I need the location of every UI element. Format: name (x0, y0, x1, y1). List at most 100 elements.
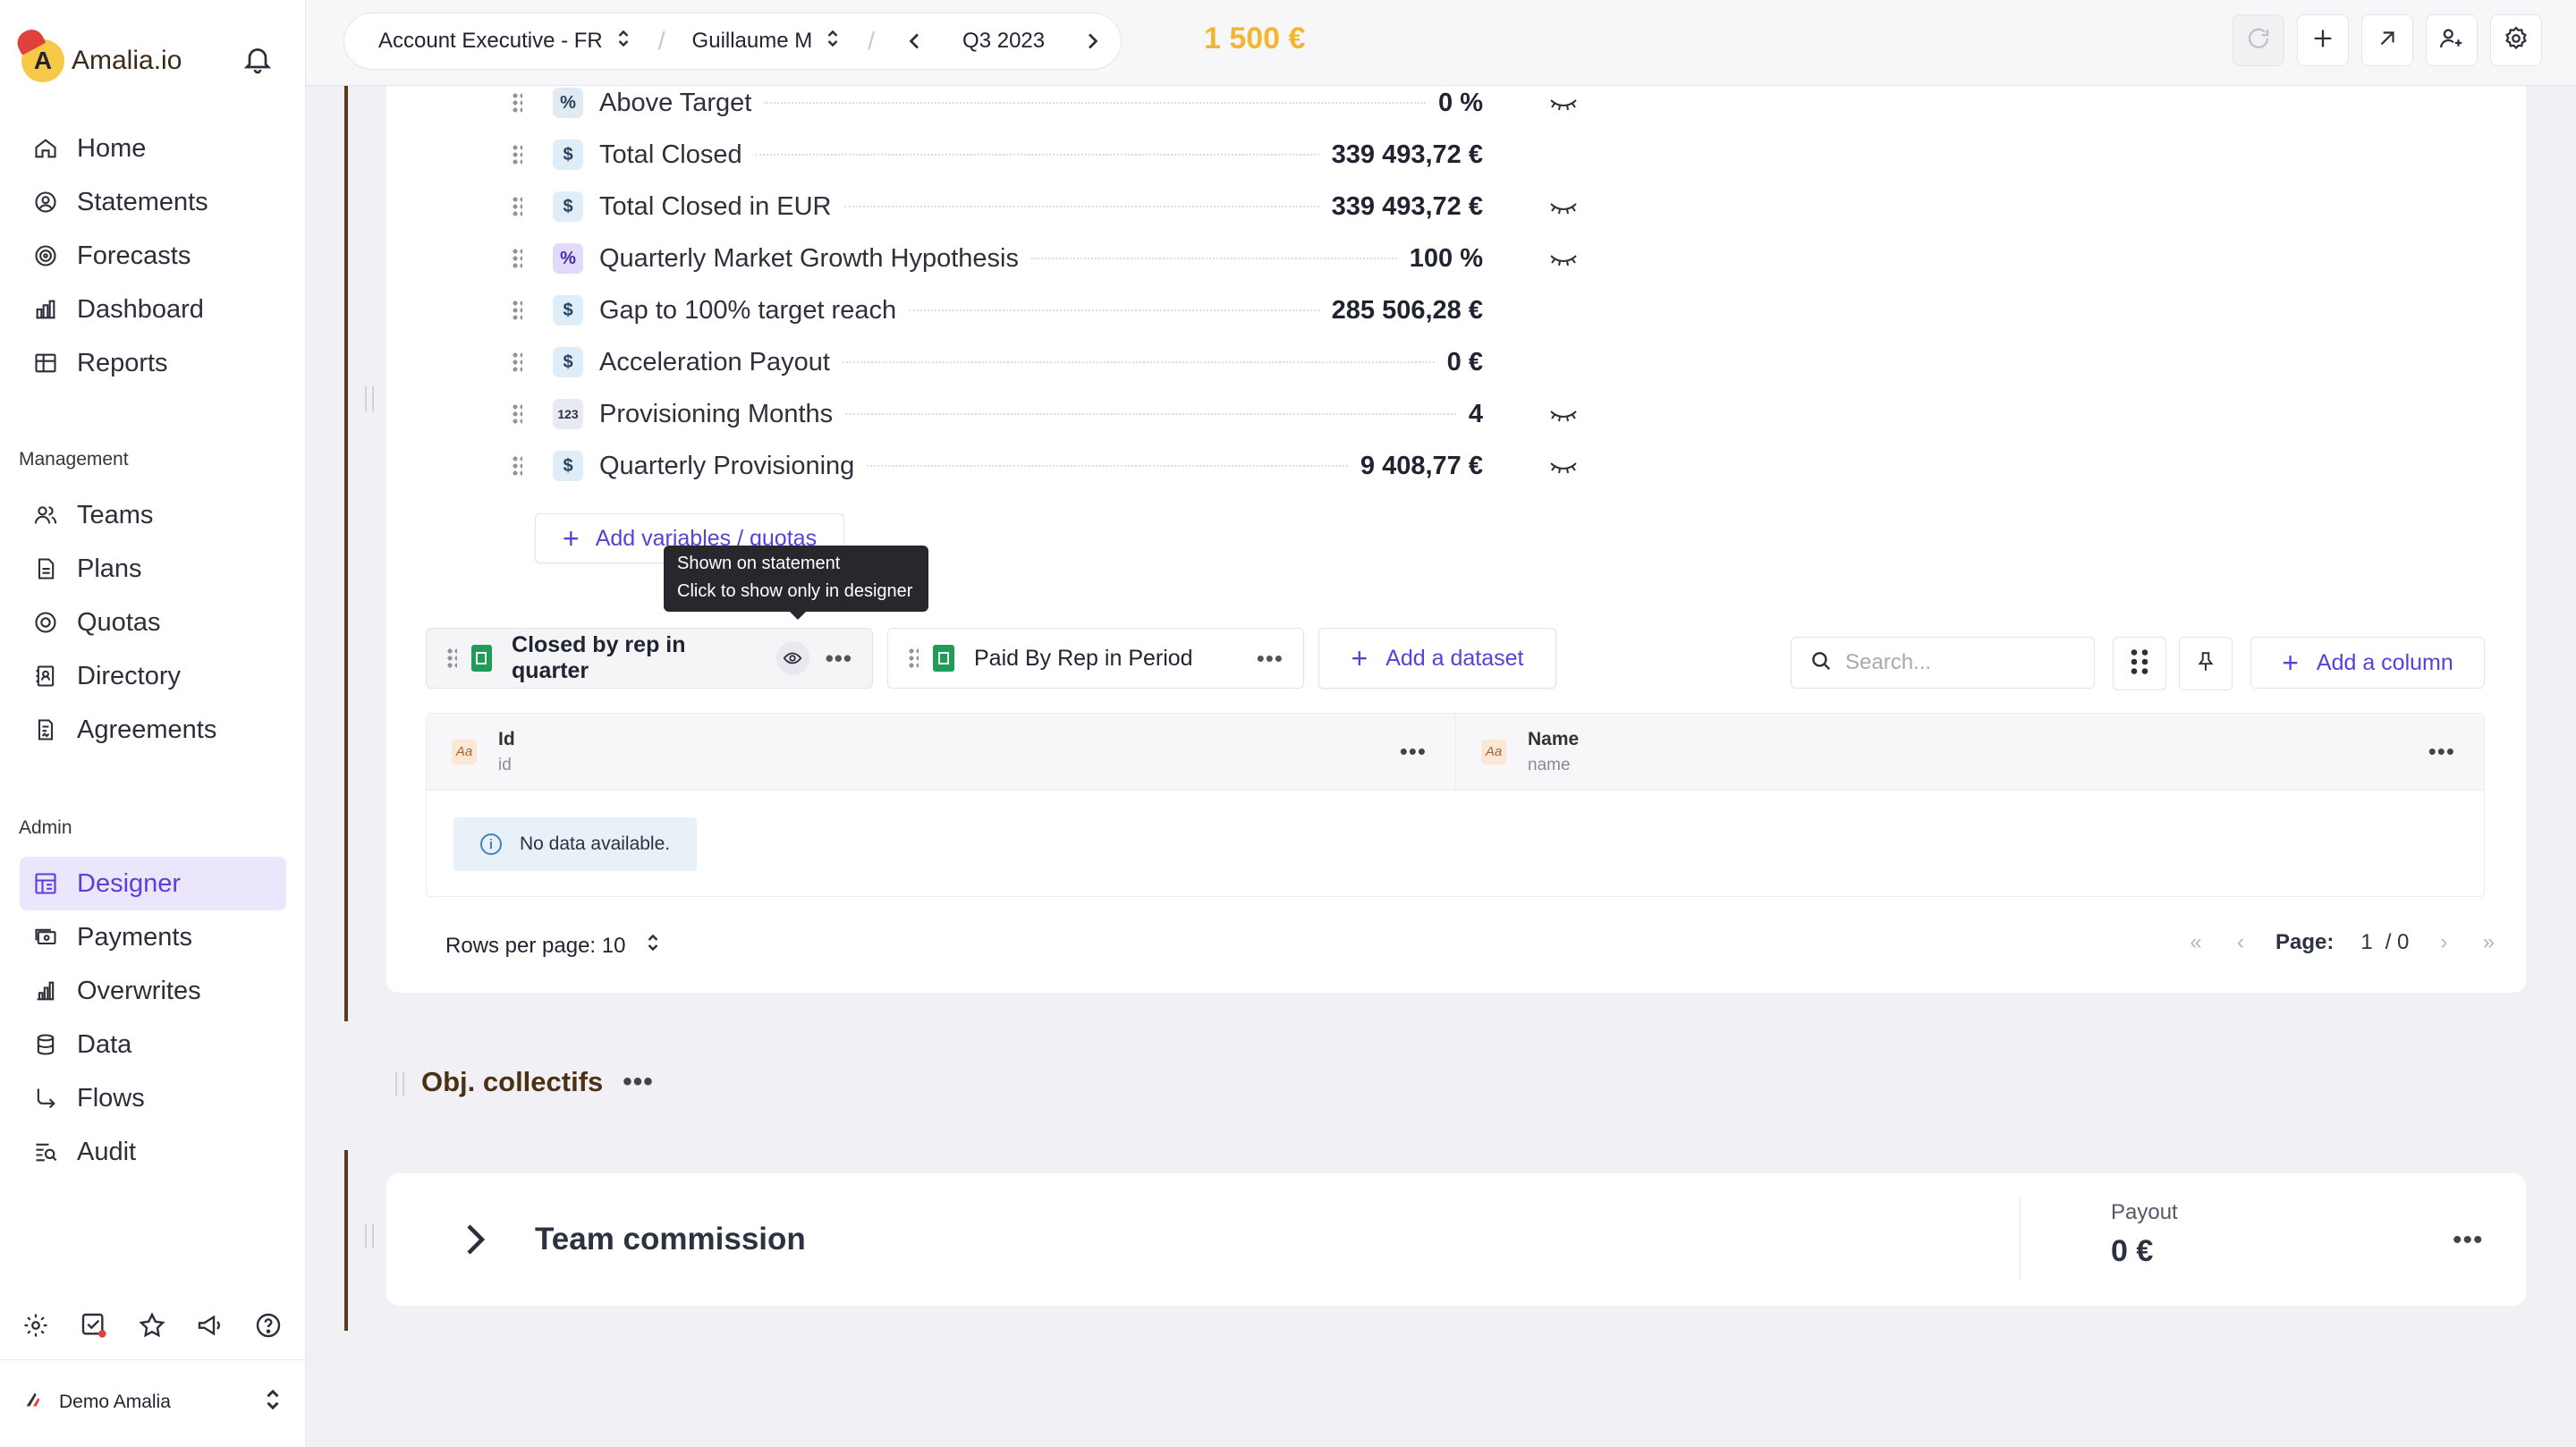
nav-item-designer[interactable]: Designer (20, 857, 286, 910)
drag-handle-icon[interactable] (512, 403, 522, 425)
more-options-icon[interactable]: ••• (623, 1067, 654, 1097)
nav-item-dashboard[interactable]: Dashboard (20, 283, 286, 336)
plan-selector[interactable]: Account Executive - FR (378, 26, 631, 57)
drag-handle-icon[interactable] (446, 647, 457, 669)
drag-handle-icon[interactable] (512, 300, 522, 321)
help-icon[interactable] (250, 1307, 286, 1343)
rows-per-page-selector[interactable]: Rows per page: 10 (445, 930, 661, 961)
add-dataset-label: Add a dataset (1385, 645, 1524, 671)
users-icon (32, 502, 59, 529)
eye-closed-icon[interactable] (1547, 404, 1580, 426)
variable-row: $ Total Closed 339 493,72 € (512, 129, 1996, 181)
column-header-id[interactable]: Aa Id id ••• (427, 714, 1455, 790)
current-page[interactable]: 1 (2360, 930, 2372, 955)
variable-value: 285 506,28 € (1331, 295, 1483, 325)
drag-handle-icon[interactable] (365, 386, 374, 411)
more-options-icon[interactable]: ••• (1400, 738, 1427, 766)
rule-card-team-commission[interactable]: Team commission Payout 0 € ••• (386, 1173, 2526, 1306)
bell-icon[interactable] (242, 43, 274, 75)
more-options-icon[interactable]: ••• (826, 645, 852, 673)
variable-name: Provisioning Months (599, 399, 834, 428)
chevron-right-icon[interactable] (1079, 28, 1106, 55)
drag-handle-icon[interactable] (512, 248, 522, 269)
period-label[interactable]: Q3 2023 (962, 29, 1045, 54)
drag-handle-icon[interactable] (365, 1223, 374, 1248)
prev-page-icon[interactable]: ‹ (2218, 930, 2263, 955)
period-selector: Q3 2023 (902, 28, 1106, 55)
chevron-right-icon[interactable] (460, 1222, 487, 1257)
nav-label: Dashboard (77, 294, 204, 324)
nav-label: Data (77, 1029, 132, 1059)
search-input[interactable] (1845, 650, 2078, 675)
nav-item-statements[interactable]: Statements (20, 175, 286, 229)
pagination: « ‹ Page: 1 / 0 › » (2174, 930, 2511, 955)
separator: / (868, 27, 876, 55)
nav-item-quotas[interactable]: Quotas (20, 596, 286, 649)
nav-label: Teams (77, 500, 154, 529)
nav-item-directory[interactable]: Directory (20, 649, 286, 703)
more-options-icon[interactable]: ••• (2453, 1225, 2484, 1256)
refresh-button[interactable] (2233, 14, 2284, 66)
more-options-icon[interactable]: ••• (1257, 645, 1284, 673)
column-header-name[interactable]: Aa Name name ••• (1455, 714, 2484, 790)
next-page-icon[interactable]: › (2421, 930, 2466, 955)
nav-item-audit[interactable]: Audit (20, 1125, 286, 1179)
last-page-icon[interactable]: » (2466, 930, 2511, 955)
nav-item-forecasts[interactable]: Forecasts (20, 229, 286, 283)
nav-label: Plans (77, 554, 142, 583)
divider (2020, 1198, 2021, 1281)
settings-button[interactable] (2490, 14, 2542, 66)
address-book-icon (32, 663, 59, 690)
nav-item-home[interactable]: Home (20, 122, 286, 175)
nav-item-plans[interactable]: Plans (20, 542, 286, 596)
eye-closed-icon[interactable] (1547, 93, 1580, 114)
add-dataset-button[interactable]: + Add a dataset (1318, 628, 1556, 689)
drag-handle-icon[interactable] (512, 455, 522, 477)
chevron-left-icon[interactable] (902, 28, 928, 55)
nav-label: Agreements (77, 715, 217, 744)
assign-user-button[interactable] (2426, 14, 2478, 66)
more-options-icon[interactable]: ••• (2428, 738, 2455, 766)
dataset-tab-closed-by-rep[interactable]: Closed by rep in quarter ••• (426, 628, 873, 689)
payments-icon (32, 924, 59, 951)
user-plus-icon (2438, 25, 2465, 56)
drag-handle-icon[interactable] (512, 144, 522, 165)
app-logo[interactable]: A Amalia.io (13, 25, 182, 82)
drag-handle-icon[interactable] (512, 351, 522, 373)
eye-closed-icon[interactable] (1547, 197, 1580, 218)
eye-icon[interactable] (775, 641, 809, 675)
add-column-button[interactable]: + Add a column (2250, 637, 2485, 689)
plus-icon: + (1351, 641, 1368, 674)
drag-handle-icon[interactable] (512, 92, 522, 114)
settings-icon[interactable] (18, 1307, 54, 1343)
drag-handle-icon[interactable] (512, 196, 522, 217)
section-title[interactable]: Obj. collectifs (421, 1066, 603, 1098)
nav-item-reports[interactable]: Reports (20, 336, 286, 390)
topbar-actions (2233, 14, 2542, 66)
star-icon[interactable] (134, 1307, 170, 1343)
density-button[interactable] (2113, 637, 2166, 690)
nav-item-teams[interactable]: Teams (20, 488, 286, 542)
open-button[interactable] (2361, 14, 2413, 66)
account-switcher[interactable]: Demo Amalia (23, 1386, 283, 1418)
nav-item-overwrites[interactable]: Overwrites (20, 964, 286, 1018)
drag-handle-icon[interactable] (395, 1071, 404, 1096)
add-button[interactable] (2297, 14, 2349, 66)
todo-check-icon[interactable] (76, 1307, 112, 1343)
dataset-tab-paid-by-rep[interactable]: Paid By Rep in Period ••• (887, 628, 1304, 689)
drag-handle-icon[interactable] (908, 647, 919, 669)
eye-closed-icon[interactable] (1547, 456, 1580, 478)
nav-item-data[interactable]: Data (20, 1018, 286, 1071)
first-page-icon[interactable]: « (2174, 930, 2218, 955)
nav-item-payments[interactable]: Payments (20, 910, 286, 964)
company-logo-icon (23, 1390, 43, 1415)
nav-item-agreements[interactable]: Agreements (20, 703, 286, 757)
dotted-leader (1030, 258, 1397, 259)
nav-item-flows[interactable]: Flows (20, 1071, 286, 1125)
user-selector[interactable]: Guillaume M (692, 26, 842, 57)
variable-row: $ Total Closed in EUR 339 493,72 € (512, 181, 1996, 233)
eye-closed-icon[interactable] (1547, 249, 1580, 270)
megaphone-icon[interactable] (192, 1307, 228, 1343)
app-name: Amalia.io (72, 46, 182, 75)
pin-button[interactable] (2179, 637, 2233, 690)
